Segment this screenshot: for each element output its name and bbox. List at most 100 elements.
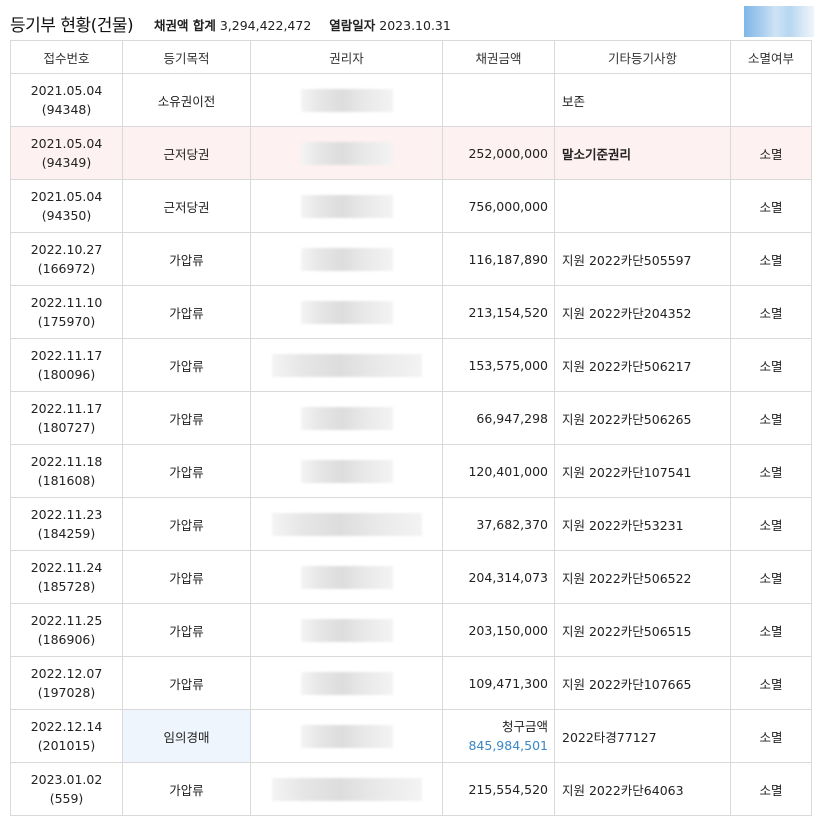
amount-cell: 120,401,000 [442,444,555,498]
receipt-cell: 2022.11.18 (181608) [10,444,123,498]
etc-cell: 지원 2022카단505597 [554,232,731,286]
receipt-no: (184259) [37,526,96,541]
receipt-date: 2022.11.23 [30,507,103,522]
amount-cell: 66,947,298 [442,391,555,445]
redacted-holder [300,671,393,695]
purpose-cell: 가압류 [122,232,251,286]
status-cell: 소멸 [730,762,812,816]
holder-cell [250,497,443,551]
holder-cell [250,762,443,816]
purpose-cell: 가압류 [122,603,251,657]
status-cell: 소멸 [730,285,812,339]
holder-cell [250,338,443,392]
amount-cell: 116,187,890 [442,232,555,286]
purpose-cell: 가압류 [122,762,251,816]
receipt-cell: 2022.11.10 (175970) [10,285,123,339]
date-value: 2023.10.31 [379,18,451,33]
holder-cell [250,709,443,763]
claim-label: 청구금액 [501,719,548,734]
redacted-holder [300,618,393,642]
receipt-cell: 2023.01.02 (559) [10,762,123,816]
purpose-cell: 가압류 [122,391,251,445]
table-row: 2022.10.27 (166972) 가압류 116,187,890 지원 20… [10,232,812,286]
redacted-holder [271,353,422,377]
col-header-etc: 기타등기사항 [554,40,731,74]
etc-cell [554,179,731,233]
table-row: 2022.11.10 (175970) 가압류 213,154,520 지원 20… [10,285,812,339]
blurred-logo [744,6,814,37]
purpose-cell: 임의경매 [122,709,251,763]
status-cell: 소멸 [730,603,812,657]
holder-cell [250,444,443,498]
receipt-no: (185728) [37,579,96,594]
receipt-no: (94350) [41,208,92,223]
receipt-cell: 2021.05.04 (94349) [10,126,123,180]
receipt-cell: 2022.12.14 (201015) [10,709,123,763]
receipt-date: 2021.05.04 [30,189,103,204]
table-row: 2021.05.04 (94350) 근저당권 756,000,000 소멸 [10,179,812,233]
receipt-no: (197028) [37,685,96,700]
purpose-cell: 가압류 [122,338,251,392]
receipt-date: 2022.10.27 [30,242,103,257]
claim-amount: 845,984,501 [468,738,548,753]
col-header-receipt: 접수번호 [10,40,123,74]
receipt-date: 2021.05.04 [30,136,103,151]
receipt-cell: 2022.10.27 (166972) [10,232,123,286]
page-title: 등기부 현황(건물) [10,16,134,36]
etc-cell: 지원 2022카단506522 [554,550,731,604]
redacted-holder [300,406,393,430]
receipt-no: (175970) [37,314,96,329]
registry-table: 접수번호 등기목적 권리자 채권금액 기타등기사항 소멸여부 2021.05.0… [10,40,812,816]
etc-cell: 지원 2022카단107665 [554,656,731,710]
col-header-purpose: 등기목적 [122,40,251,74]
holder-cell [250,550,443,604]
col-header-status: 소멸여부 [730,40,812,74]
receipt-no: (180096) [37,367,96,382]
amount-cell: 213,154,520 [442,285,555,339]
receipt-cell: 2022.12.07 (197028) [10,656,123,710]
status-cell: 소멸 [730,126,812,180]
holder-cell [250,179,443,233]
purpose-cell: 근저당권 [122,179,251,233]
amount-cell: 153,575,000 [442,338,555,392]
sum-label: 채권액 합계 [154,18,216,33]
receipt-date: 2021.05.04 [30,83,103,98]
receipt-date: 2023.01.02 [30,772,103,787]
receipt-date: 2022.12.07 [30,666,103,681]
status-cell: 소멸 [730,179,812,233]
status-cell: 소멸 [730,550,812,604]
receipt-no: (181608) [37,473,96,488]
redacted-holder [300,141,393,165]
purpose-cell: 가압류 [122,285,251,339]
etc-cell: 말소기준권리 [554,126,731,180]
receipt-no: (186906) [37,632,96,647]
etc-cell: 지원 2022카단53231 [554,497,731,551]
receipt-no: (94348) [41,102,92,117]
redacted-holder [300,459,393,483]
receipt-date: 2022.11.10 [30,295,103,310]
amount-cell: 204,314,073 [442,550,555,604]
purpose-cell: 가압류 [122,656,251,710]
receipt-no: (201015) [37,738,96,753]
status-cell: 소멸 [730,656,812,710]
receipt-date: 2022.12.14 [30,719,103,734]
etc-cell: 지원 2022카단506265 [554,391,731,445]
status-cell: 소멸 [730,338,812,392]
table-row: 2022.11.17 (180727) 가압류 66,947,298 지원 202… [10,391,812,445]
etc-cell: 보존 [554,73,731,127]
table-row: 2023.01.02 (559) 가압류 215,554,520 지원 2022카… [10,762,812,816]
table-row-auction: 2022.12.14 (201015) 임의경매 청구금액 845,984,501… [10,709,812,763]
receipt-cell: 2021.05.04 (94348) [10,73,123,127]
redacted-holder [300,194,393,218]
holder-cell [250,285,443,339]
redacted-holder [300,247,393,271]
redacted-holder [300,300,393,324]
redacted-holder [300,724,393,748]
amount-cell: 청구금액 845,984,501 [442,709,555,763]
etc-cell: 2022타경77127 [554,709,731,763]
table-row: 2022.11.24 (185728) 가압류 204,314,073 지원 20… [10,550,812,604]
status-cell: 소멸 [730,444,812,498]
receipt-date: 2022.11.24 [30,560,103,575]
table-row: 2022.11.25 (186906) 가압류 203,150,000 지원 20… [10,603,812,657]
table-header-row: 접수번호 등기목적 권리자 채권금액 기타등기사항 소멸여부 [10,40,812,74]
